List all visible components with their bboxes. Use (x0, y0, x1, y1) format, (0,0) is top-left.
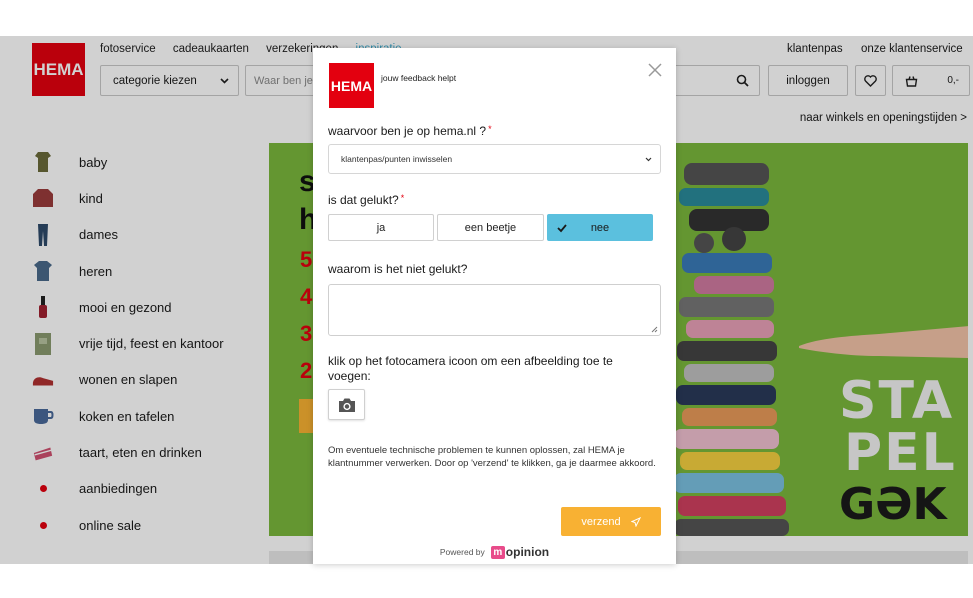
mopinion-logo[interactable]: m opinion (490, 545, 550, 559)
question-why: waarom is het niet gelukt? (328, 262, 468, 276)
question-purpose-text: waarvoor ben je op hema.nl ? (328, 124, 487, 138)
mopinion-logo-initial: m (490, 545, 505, 559)
question-success: is dat gelukt? * (328, 193, 404, 207)
option-ja[interactable]: ja (328, 214, 434, 241)
powered-by-text: Powered by (439, 547, 485, 557)
powered-by: Powered by m opinion (313, 545, 676, 559)
privacy-note: Om eventuele technische problemen te kun… (328, 445, 656, 469)
paper-plane-icon (630, 516, 641, 527)
required-mark: * (488, 124, 492, 134)
question-success-text: is dat gelukt? (328, 193, 399, 207)
option-nee-label: nee (590, 221, 610, 234)
purpose-select-value: klantenpas/punten inwisselen (341, 154, 453, 164)
page: HEMA fotoservice cadeaukaarten verzekeri… (0, 0, 973, 598)
chevron-down-icon (645, 157, 652, 161)
close-icon[interactable] (648, 63, 662, 77)
send-button[interactable]: verzend (561, 507, 661, 536)
photo-instruction: klik op het fotocamera icoon om een afbe… (328, 354, 613, 383)
resize-handle-icon[interactable] (651, 326, 658, 333)
mopinion-logo-text: opinion (505, 545, 550, 559)
photo-upload-button[interactable] (328, 389, 365, 420)
modal-hema-logo: HEMA (329, 63, 374, 108)
option-nee[interactable]: nee (547, 214, 653, 241)
send-button-label: verzend (581, 515, 621, 528)
checkmark-icon (557, 224, 567, 233)
modal-header-text: jouw feedback helpt (381, 73, 457, 83)
feedback-textarea[interactable] (328, 284, 661, 336)
camera-icon (338, 398, 355, 412)
required-mark: * (400, 193, 405, 203)
question-purpose: waarvoor ben je op hema.nl ? * (328, 124, 492, 138)
option-een-beetje[interactable]: een beetje (437, 214, 544, 241)
purpose-select[interactable]: klantenpas/punten inwisselen (328, 144, 661, 174)
feedback-modal: HEMA jouw feedback helpt waarvoor ben je… (313, 48, 676, 564)
